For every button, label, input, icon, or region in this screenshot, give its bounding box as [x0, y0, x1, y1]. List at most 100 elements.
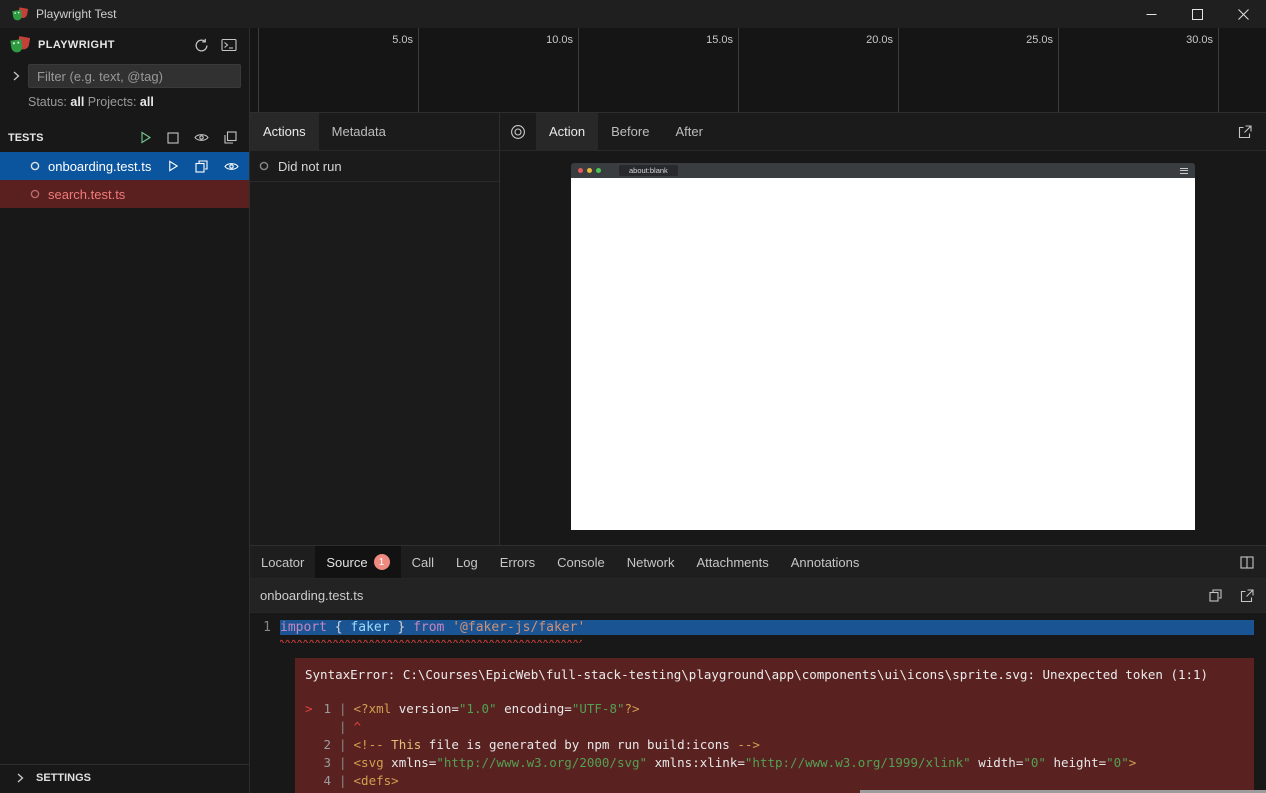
sidebar-header: PLAYWRIGHT [0, 28, 249, 62]
close-button[interactable] [1220, 0, 1266, 28]
timeline-tick: 25.0s [993, 34, 1053, 46]
tab-action[interactable]: Action [536, 113, 598, 150]
tests-title: TESTS [8, 132, 43, 144]
timeline-gridline [1218, 28, 1219, 112]
tab-log[interactable]: Log [445, 546, 489, 578]
error-frame-line: 3|<svg xmlns="http://www.w3.org/2000/svg… [305, 753, 1244, 771]
main-area: 5.0s 10.0s 15.0s 20.0s 25.0s 30.0s Actio… [250, 28, 1266, 793]
settings-section[interactable]: SETTINGS [0, 764, 249, 790]
reload-tests-button[interactable] [192, 36, 211, 55]
settings-title: SETTINGS [36, 772, 91, 784]
error-frame-caret-line: |^ [305, 717, 1244, 735]
copy-file-path-button[interactable] [1207, 587, 1224, 604]
error-frame-line: 2|<!-- This file is generated by npm run… [305, 735, 1244, 753]
titlebar: Playwright Test [0, 0, 1266, 28]
test-status-circle-icon [30, 161, 40, 171]
pick-locator-button[interactable] [500, 113, 536, 150]
sidebar-section-title: PLAYWRIGHT [38, 39, 115, 51]
status-line: Status: all Projects: all [0, 88, 249, 115]
timeline-gridline [1058, 28, 1059, 112]
test-item-label: search.test.ts [48, 187, 125, 202]
split-view-button[interactable] [1238, 554, 1256, 571]
sidebar: PLAYWRIGHT Status: all Projects: all TES… [0, 28, 250, 793]
status-value[interactable]: all [70, 95, 84, 109]
source-error-badge: 1 [374, 554, 390, 570]
line-number: 1 [250, 620, 280, 635]
tab-locator[interactable]: Locator [250, 546, 315, 578]
tab-annotations[interactable]: Annotations [780, 546, 871, 578]
traffic-light-red-icon [578, 168, 583, 173]
traffic-light-yellow-icon [587, 168, 592, 173]
minimize-button[interactable] [1128, 0, 1174, 28]
chevron-right-icon[interactable] [8, 68, 24, 84]
window-title: Playwright Test [36, 7, 116, 21]
timeline-tick: 10.0s [513, 34, 573, 46]
actions-empty-state: Did not run [250, 151, 499, 182]
tab-metadata[interactable]: Metadata [319, 113, 399, 150]
source-line-1: 1 import { faker } from '@faker-js/faker… [250, 617, 1266, 638]
timeline-tick: 30.0s [1153, 34, 1213, 46]
error-frame-line: >1|<?xml version="1.0" encoding="UTF-8"?… [305, 699, 1244, 717]
browser-address: about:blank [619, 165, 678, 176]
timeline-ruler[interactable]: 5.0s 10.0s 15.0s 20.0s 25.0s 30.0s [250, 28, 1266, 113]
browser-page-blank [571, 178, 1195, 530]
browser-snapshot: about:blank [571, 163, 1195, 530]
tab-network[interactable]: Network [616, 546, 686, 578]
status-label: Status: [28, 95, 67, 109]
timeline-tick: 20.0s [833, 34, 893, 46]
terminal-button[interactable] [219, 36, 239, 54]
open-file-external-button[interactable] [1238, 587, 1256, 605]
projects-label: Projects: [88, 95, 137, 109]
details-panel: Locator Source 1 Call Log Errors Console… [250, 545, 1266, 793]
highlighted-source-line: import { faker } from '@faker-js/faker' [280, 620, 1254, 635]
error-squiggly-underline [280, 638, 582, 643]
watch-all-button[interactable] [192, 130, 211, 145]
timeline-tick: 5.0s [353, 34, 413, 46]
watch-test-button[interactable] [222, 159, 241, 174]
tab-actions[interactable]: Actions [250, 113, 319, 150]
timeline-gridline [738, 28, 739, 112]
open-snapshot-external-button[interactable] [1236, 123, 1254, 141]
tab-before[interactable]: Before [598, 113, 662, 150]
run-all-button[interactable] [137, 129, 154, 146]
traffic-light-green-icon [596, 168, 601, 173]
hamburger-menu-icon [1180, 168, 1188, 174]
error-frame-line: 4|<defs> [305, 771, 1244, 789]
source-code-view[interactable]: 1 import { faker } from '@faker-js/faker… [250, 613, 1266, 793]
open-source-button[interactable] [193, 158, 210, 175]
maximize-button[interactable] [1174, 0, 1220, 28]
timeline-gridline [578, 28, 579, 112]
run-test-button[interactable] [165, 158, 181, 174]
tab-call[interactable]: Call [401, 546, 445, 578]
tab-errors[interactable]: Errors [489, 546, 546, 578]
test-item-label: onboarding.test.ts [48, 159, 151, 174]
timeline-tick: 15.0s [673, 34, 733, 46]
test-status-circle-icon [30, 189, 40, 199]
collapse-all-button[interactable] [222, 129, 239, 146]
filter-row [0, 62, 249, 88]
playwright-logo-icon [12, 7, 28, 22]
filter-input[interactable] [28, 64, 241, 88]
snapshot-viewport: about:blank [500, 151, 1266, 545]
syntax-error-block: SyntaxError: C:\Courses\EpicWeb\full-sta… [295, 658, 1254, 793]
empty-state-label: Did not run [278, 159, 342, 174]
tab-source[interactable]: Source 1 [315, 546, 400, 578]
error-message: SyntaxError: C:\Courses\EpicWeb\full-sta… [305, 667, 1244, 682]
timeline-gridline [418, 28, 419, 112]
playwright-masks-icon [10, 36, 30, 54]
tab-after[interactable]: After [662, 113, 715, 150]
timeline-gridline [258, 28, 259, 112]
status-circle-icon [259, 161, 269, 171]
actions-panel: Actions Metadata Did not run [250, 113, 500, 545]
test-item-search[interactable]: search.test.ts [0, 180, 249, 208]
chevron-right-icon [14, 772, 26, 784]
stop-button[interactable] [165, 130, 181, 146]
tests-header: TESTS [0, 115, 249, 152]
tab-console[interactable]: Console [546, 546, 616, 578]
tab-attachments[interactable]: Attachments [685, 546, 779, 578]
browser-chrome: about:blank [571, 163, 1195, 178]
timeline-gridline [898, 28, 899, 112]
projects-value[interactable]: all [140, 95, 154, 109]
test-item-onboarding[interactable]: onboarding.test.ts [0, 152, 249, 180]
snapshot-panel: Action Before After [500, 113, 1266, 545]
